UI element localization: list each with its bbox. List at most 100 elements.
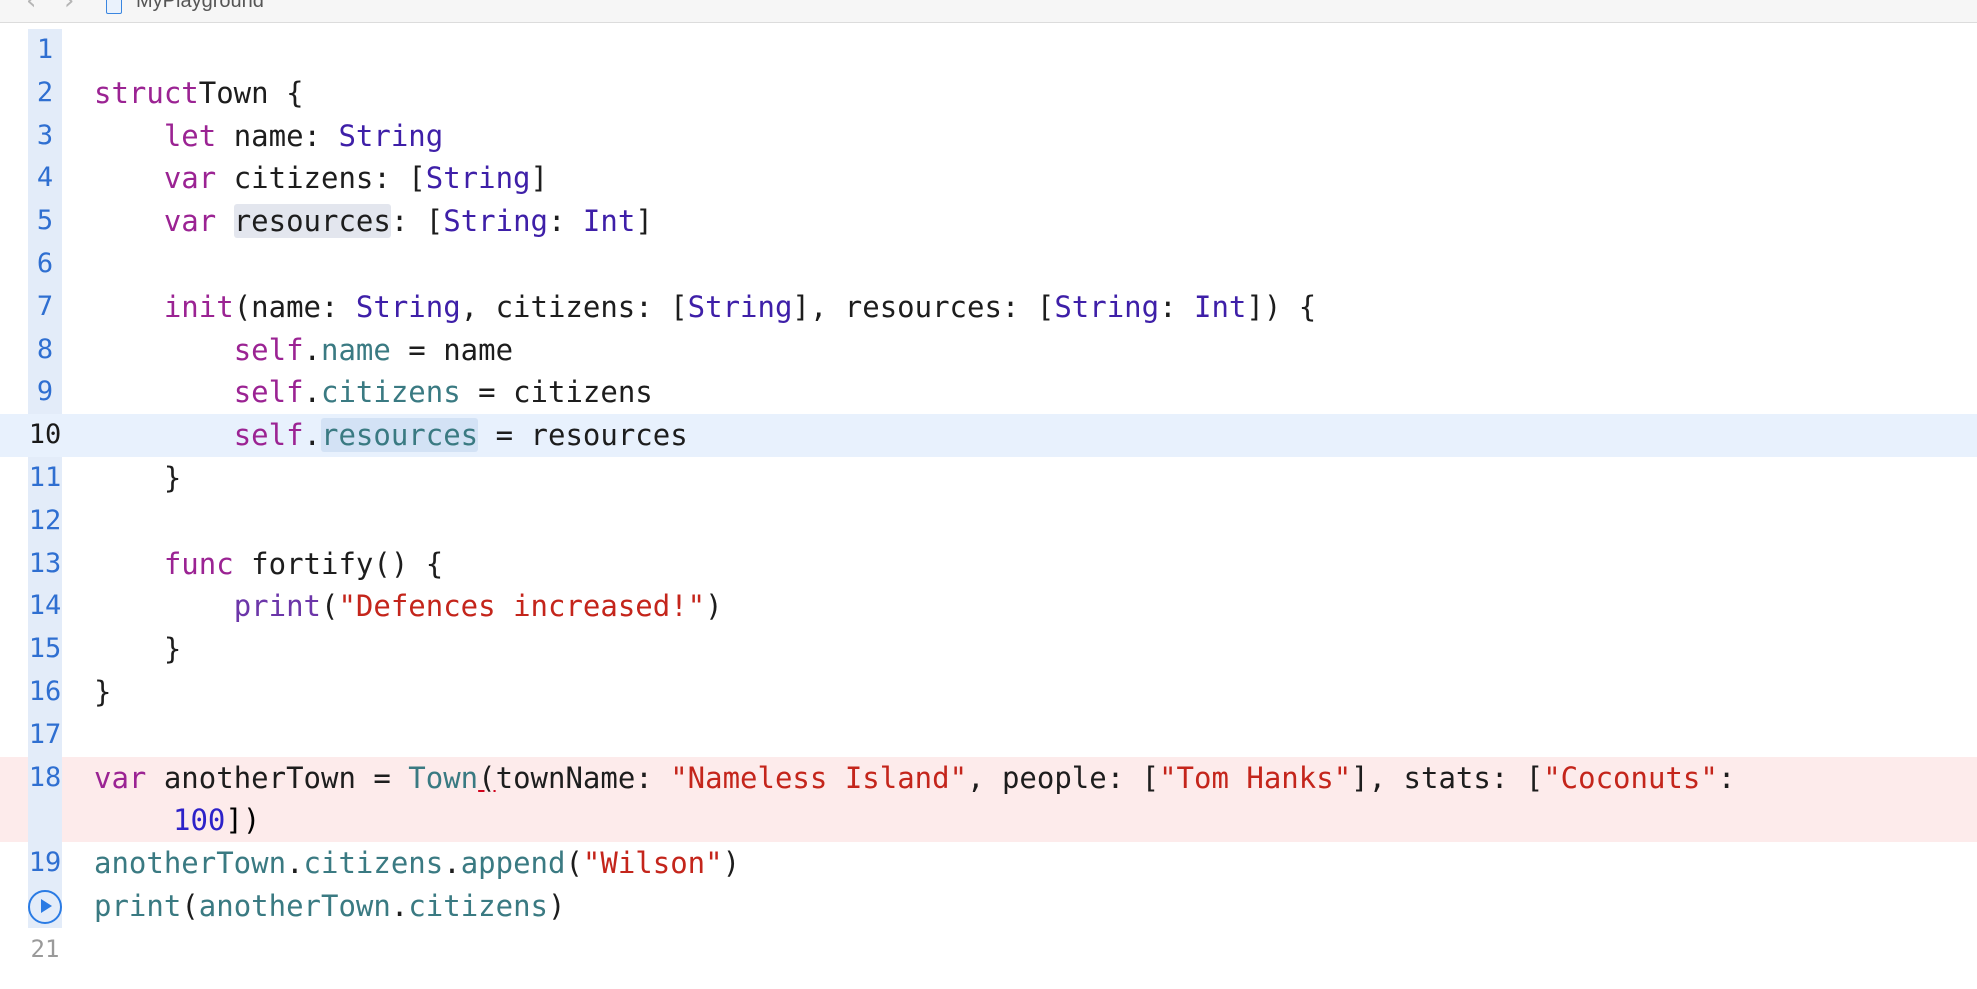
code-line[interactable]: 16} xyxy=(0,670,1977,714)
code-token: String xyxy=(425,161,531,196)
code-token: townName: xyxy=(495,760,671,795)
code-token: = resources xyxy=(478,418,688,453)
line-number: 19 xyxy=(28,847,62,879)
code-token: : [ xyxy=(390,204,444,239)
code-token: func xyxy=(163,546,234,581)
code-line[interactable]: 1 xyxy=(0,29,1977,72)
code-line[interactable]: 12 xyxy=(0,499,1977,543)
code-token: , citizens: [ xyxy=(460,289,688,324)
code-token: var xyxy=(163,204,217,239)
line-number: 18 xyxy=(28,761,62,793)
code-line[interactable]: 4 var citizens: [String] xyxy=(0,157,1977,201)
code-line[interactable]: 9 self.citizens = citizens xyxy=(0,371,1977,415)
code-token: ( xyxy=(321,589,339,624)
code-text: self.citizens = citizens xyxy=(94,371,653,414)
line-number: 8 xyxy=(36,333,54,365)
toolbar: ‹ › MyPlayground xyxy=(0,0,1977,23)
code-line[interactable]: 3 let name: String xyxy=(0,114,1977,158)
code-token: "Nameless Island" xyxy=(670,760,968,795)
code-line[interactable]: 13 func fortify() { xyxy=(0,542,1977,586)
code-line[interactable]: 6 xyxy=(0,242,1977,286)
code-text: func fortify() { xyxy=(94,543,443,586)
code-token: ) xyxy=(722,846,741,881)
line-number: 17 xyxy=(28,718,62,750)
line-number: 5 xyxy=(36,205,54,237)
code-line[interactable]: 21 xyxy=(0,928,1977,971)
code-line[interactable]: 7 init(name: String, citizens: [String],… xyxy=(0,285,1977,329)
line-number: 4 xyxy=(36,162,54,194)
line-number: 13 xyxy=(28,547,62,579)
code-token: 100 xyxy=(173,803,226,838)
code-token: : xyxy=(1159,289,1195,324)
code-token: ]) { xyxy=(1246,289,1317,324)
code-line[interactable]: 10 self.resources = resources xyxy=(0,414,1977,457)
code-line[interactable]: 14 print("Defences increased!") xyxy=(0,585,1977,629)
code-line[interactable]: 18 var anotherTown = Town(townName: "Name… xyxy=(0,756,1977,843)
line-number: 7 xyxy=(36,290,54,322)
code-token: = name xyxy=(390,332,514,367)
forward-arrow-icon[interactable]: › xyxy=(64,0,74,16)
code-line[interactable]: 19 anotherTown.citizens.append("Wilson") xyxy=(0,842,1977,885)
code-token: , people: [ xyxy=(967,760,1160,795)
code-line[interactable]: 17 xyxy=(0,713,1977,757)
code-token: } xyxy=(94,674,112,709)
line-number: 11 xyxy=(28,461,62,493)
code-token: } xyxy=(94,632,182,667)
line-number: 16 xyxy=(28,675,62,707)
code-token: anotherTown = xyxy=(146,760,409,795)
line-number: 3 xyxy=(36,119,54,151)
code-token: var xyxy=(163,161,217,196)
code-text: structTown { xyxy=(94,72,304,115)
code-text: print("Defences increased!") xyxy=(94,585,723,628)
code-token: resources xyxy=(321,418,479,453)
code-token: . xyxy=(303,375,321,410)
code-text: init(name: String, citizens: [String], r… xyxy=(94,286,1316,329)
run-line-button[interactable] xyxy=(28,889,62,924)
code-line[interactable]: 15 } xyxy=(0,628,1977,671)
code-token: append xyxy=(460,846,566,881)
code-token: . xyxy=(303,332,321,367)
line-number: 12 xyxy=(28,504,62,536)
code-editor[interactable]: 1 2 structTown {3 let name: String 4 var ci… xyxy=(0,29,1977,971)
code-token: var xyxy=(94,760,147,795)
code-token: (name: xyxy=(233,289,356,324)
code-token: : xyxy=(1717,760,1736,795)
line-number: 14 xyxy=(28,590,62,622)
code-line[interactable]: 5 var resources: [String: Int] xyxy=(0,200,1977,243)
code-line[interactable]: 2 structTown { xyxy=(0,71,1977,115)
code-token: citizens: [ xyxy=(216,161,426,196)
code-token: ] xyxy=(635,204,653,239)
line-number: 15 xyxy=(28,633,62,665)
code-token: ( xyxy=(181,888,199,923)
back-arrow-icon[interactable]: ‹ xyxy=(26,0,36,16)
file-name[interactable]: MyPlayground xyxy=(136,0,264,13)
playground-file-icon xyxy=(106,0,122,14)
code-token: citizens xyxy=(303,846,444,881)
code-line[interactable]: 8 self.name = name xyxy=(0,328,1977,372)
code-token: String xyxy=(355,289,461,324)
code-line[interactable]: 11 } xyxy=(0,456,1977,500)
code-token: print xyxy=(94,888,182,923)
line-number: 9 xyxy=(36,376,54,408)
code-text: var citizens: [String] xyxy=(94,157,548,200)
line-number: 1 xyxy=(36,34,54,65)
code-token: fortify() { xyxy=(233,546,444,581)
code-line[interactable]: print(anotherTown.citizens) xyxy=(0,884,1977,928)
code-token: citizens xyxy=(321,375,461,410)
code-token: anotherTown xyxy=(94,846,287,881)
code-token: . xyxy=(390,888,409,923)
code-token: name xyxy=(321,332,391,367)
code-text: } xyxy=(94,457,181,500)
code-text-wrapped: 100]) xyxy=(173,799,260,842)
code-token: ( xyxy=(478,760,496,795)
code-text: var anotherTown = Town(townName: "Namele… xyxy=(94,757,1735,800)
code-token: String xyxy=(338,118,444,153)
code-token: = citizens xyxy=(460,375,653,410)
